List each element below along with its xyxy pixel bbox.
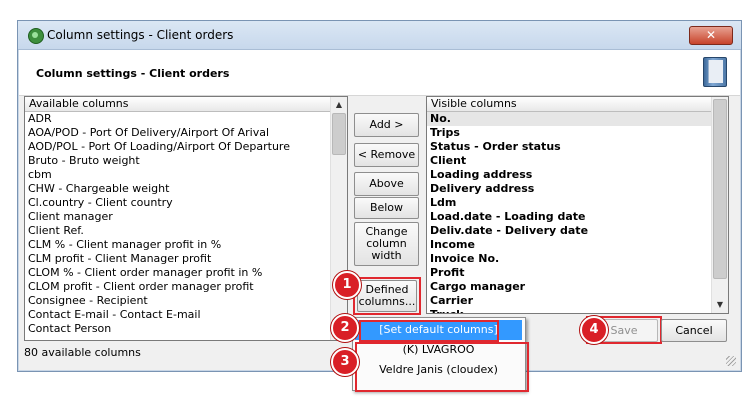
app-icon [28,28,44,44]
highlight-set-default [359,320,499,342]
visible-scrollbar[interactable]: ▼ [711,97,728,313]
list-item[interactable]: Client manager [25,210,330,224]
list-item[interactable]: Invoice No. [427,252,711,266]
list-item[interactable]: Load.date - Loading date [427,210,711,224]
list-item[interactable]: ADR [25,112,330,126]
visible-columns-header[interactable]: Visible columns [427,97,728,112]
title-bar: Column settings - Client orders ✕ [18,21,741,50]
list-item[interactable]: Cargo manager [427,280,711,294]
list-item[interactable]: AOD/POL - Port Of Loading/Airport Of Dep… [25,140,330,154]
list-item[interactable]: Trips [427,126,711,140]
highlight-user-presets [355,342,529,392]
list-item[interactable]: CHW - Chargeable weight [25,182,330,196]
list-item[interactable]: No. [427,112,711,126]
badge-4: 4 [580,316,608,344]
list-item[interactable]: CLM % - Client manager profit in % [25,238,330,252]
list-item[interactable]: Truck [427,308,711,313]
list-item[interactable]: Client Ref. [25,224,330,238]
list-item[interactable]: Consignee - Recipient [25,294,330,308]
dialog-header: Column settings - Client orders [19,50,740,96]
scroll-up-arrow-icon[interactable]: ▲ [331,97,347,113]
visible-scroll-thumb[interactable] [713,99,727,279]
change-column-width-button[interactable]: Change column width [354,222,419,266]
resize-grip-icon[interactable] [726,356,736,366]
remove-button[interactable]: < Remove [354,143,419,167]
list-item[interactable]: Cl.country - Client country [25,196,330,210]
list-item[interactable]: Loading address [427,168,711,182]
list-item[interactable]: Delivery address [427,182,711,196]
header-title: Column settings - Client orders [36,67,230,80]
badge-2: 2 [331,314,359,342]
badge-3: 3 [331,348,359,376]
list-item[interactable]: Contact E-mail - Contact E-mail [25,308,330,322]
available-scroll-thumb[interactable] [332,113,346,155]
below-button[interactable]: Below [354,197,419,219]
list-item[interactable]: AOA/POD - Port Of Delivery/Airport Of Ar… [25,126,330,140]
available-scrollbar[interactable]: ▲ [330,97,347,340]
list-item[interactable]: CLOM % - Client order manager profit in … [25,266,330,280]
list-item[interactable]: Ldm [427,196,711,210]
available-columns-list[interactable]: Available columns ADR AOA/POD - Port Of D… [24,96,348,341]
highlight-defined-columns [353,277,421,315]
list-item[interactable]: Contact Person [25,322,330,336]
window-title: Column settings - Client orders [47,28,234,42]
list-item[interactable]: Client [427,154,711,168]
above-button[interactable]: Above [354,172,419,196]
list-item[interactable]: Bruto - Bruto weight [25,154,330,168]
scroll-down-arrow-icon[interactable]: ▼ [712,297,728,313]
available-count-status: 80 available columns [24,346,141,359]
close-button[interactable]: ✕ [689,26,733,45]
list-item[interactable]: Profit [427,266,711,280]
list-item[interactable]: cbm [25,168,330,182]
list-item[interactable]: Income [427,238,711,252]
badge-1: 1 [333,271,361,299]
list-item[interactable]: Status - Order status [427,140,711,154]
visible-columns-list[interactable]: Visible columns No. Trips Status - Order s… [426,96,729,314]
book-icon [703,57,727,87]
add-button[interactable]: Add > [354,113,419,137]
available-columns-header[interactable]: Available columns [25,97,347,112]
list-item[interactable]: Deliv.date - Delivery date [427,224,711,238]
list-item[interactable]: Carrier [427,294,711,308]
cancel-button[interactable]: Cancel [661,319,727,342]
list-item[interactable]: CLOM profit - Client order manager profi… [25,280,330,294]
list-item[interactable]: CLM profit - Client Manager profit [25,252,330,266]
